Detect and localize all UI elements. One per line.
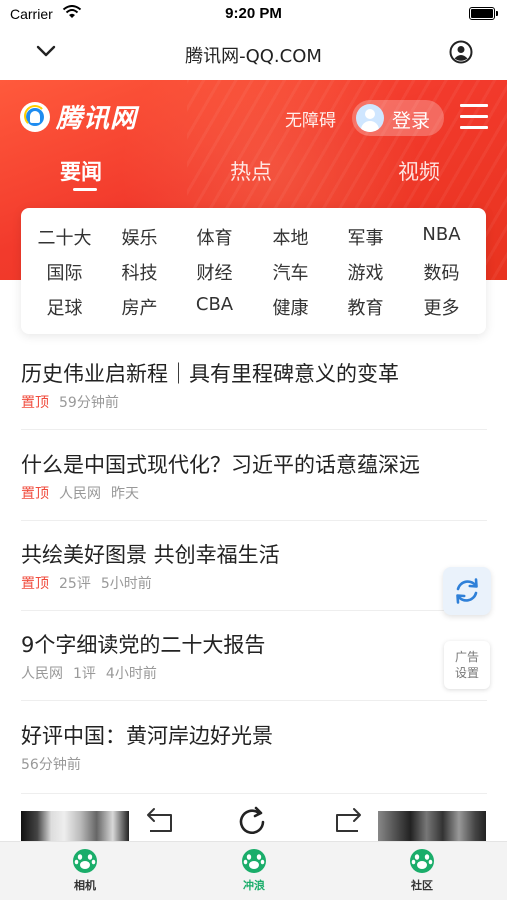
category-item[interactable]: 二十大 (27, 224, 102, 250)
tab-video[interactable]: 视频 (398, 156, 440, 186)
refresh-feed-button[interactable] (443, 567, 491, 615)
news-item[interactable]: 9个字细读党的二十大报告 人民网 1评 4小时前 (21, 629, 487, 701)
news-time: 4小时前 (105, 666, 157, 682)
login-button[interactable]: 登录 (352, 100, 444, 136)
qq-logo-icon (20, 101, 50, 132)
news-meta: 置顶 人民网 昨天 (21, 483, 149, 503)
bottom-tab-bar: 相机 冲浪 社区 (0, 841, 507, 900)
status-bar: Carrier 9:20 PM (0, 0, 507, 28)
news-comments: 25评 (59, 576, 91, 592)
category-item[interactable]: 军事 (328, 224, 403, 250)
category-item[interactable]: 游戏 (328, 259, 403, 285)
category-item[interactable]: CBA (177, 294, 252, 315)
tab-community[interactable]: 社区 (382, 848, 462, 893)
paw-icon (73, 849, 97, 873)
news-meta: 置顶 25评 5小时前 (21, 573, 162, 593)
pinned-badge: 置顶 (21, 486, 49, 502)
paw-icon (410, 849, 434, 873)
tab-news[interactable]: 要闻 (60, 156, 102, 186)
accessibility-link[interactable]: 无障碍 (285, 106, 336, 131)
news-time: 昨天 (111, 486, 139, 502)
pinned-badge: 置顶 (21, 576, 49, 592)
forward-icon[interactable] (332, 807, 364, 835)
avatar (356, 104, 384, 132)
news-comments: 1评 (73, 666, 96, 682)
battery-icon (469, 7, 498, 20)
tab-surf[interactable]: 冲浪 (214, 848, 294, 893)
category-item[interactable]: 汽车 (253, 259, 328, 285)
login-label: 登录 (392, 110, 431, 132)
news-title[interactable]: 什么是中国式现代化？习近平的话意蕴深远 (21, 449, 420, 479)
ad-settings-line2: 设置 (454, 666, 479, 680)
category-item[interactable]: 足球 (27, 294, 102, 320)
category-item[interactable]: 教育 (328, 294, 403, 320)
browser-nav-controls (128, 797, 378, 845)
tab-label: 冲浪 (243, 879, 265, 892)
logo-text: 腾讯网 (56, 104, 138, 134)
news-item[interactable]: 好评中国：黄河岸边好光景 56分钟前 (21, 720, 487, 794)
tab-label: 相机 (74, 879, 96, 892)
paw-icon (242, 849, 266, 873)
account-icon[interactable] (449, 40, 473, 64)
tab-camera[interactable]: 相机 (45, 848, 125, 893)
category-item[interactable]: 体育 (177, 224, 252, 250)
category-item[interactable]: 本地 (253, 224, 328, 250)
refresh-icon (456, 578, 478, 604)
news-source: 人民网 (59, 486, 101, 502)
back-icon[interactable] (144, 807, 176, 835)
header-tabs: 要闻 热点 视频 (0, 154, 507, 194)
category-panel: 二十大 娱乐 体育 本地 军事 NBA 国际 科技 财经 汽车 游戏 数码 足球… (21, 208, 486, 334)
news-time: 59分钟前 (59, 395, 119, 411)
page-url-title[interactable]: 腾讯网-QQ.COM (0, 42, 507, 68)
reload-icon[interactable] (236, 805, 270, 839)
category-item-more[interactable]: 更多 (404, 294, 479, 320)
active-tab-indicator (73, 188, 97, 191)
ad-settings-line1: 广告 (454, 650, 479, 664)
news-item[interactable]: 什么是中国式现代化？习近平的话意蕴深远 置顶 人民网 昨天 (21, 449, 487, 521)
hamburger-menu-icon[interactable] (460, 104, 488, 130)
news-meta: 56分钟前 (21, 754, 91, 774)
ad-settings-button[interactable]: 广告 设置 (444, 641, 490, 689)
category-item[interactable]: 数码 (404, 259, 479, 285)
news-title[interactable]: 历史伟业启新程｜具有里程碑意义的变革 (21, 358, 399, 388)
news-time: 56分钟前 (21, 757, 81, 773)
news-title[interactable]: 共绘美好图景 共创幸福生活 (21, 539, 280, 569)
category-item[interactable]: 财经 (177, 259, 252, 285)
news-meta: 置顶 59分钟前 (21, 392, 129, 412)
news-title[interactable]: 9个字细读党的二十大报告 (21, 629, 265, 659)
category-item[interactable]: 房产 (102, 294, 177, 320)
news-thumbnail[interactable] (21, 811, 129, 841)
news-meta: 人民网 1评 4小时前 (21, 663, 167, 683)
news-title[interactable]: 好评中国：黄河岸边好光景 (21, 720, 273, 750)
tab-hot[interactable]: 热点 (230, 156, 272, 186)
clock: 9:20 PM (225, 5, 282, 22)
news-thumbnail[interactable] (378, 811, 486, 841)
category-item[interactable]: 国际 (27, 259, 102, 285)
news-item[interactable]: 共绘美好图景 共创幸福生活 置顶 25评 5小时前 (21, 539, 487, 611)
category-item[interactable]: 健康 (253, 294, 328, 320)
category-item[interactable]: NBA (404, 224, 479, 245)
tab-label: 社区 (411, 879, 433, 892)
category-item[interactable]: 科技 (102, 259, 177, 285)
category-item[interactable]: 娱乐 (102, 224, 177, 250)
news-source: 人民网 (21, 666, 63, 682)
news-time: 5小时前 (100, 576, 152, 592)
site-logo[interactable]: 腾讯网 (20, 98, 137, 135)
news-item[interactable]: 历史伟业启新程｜具有里程碑意义的变革 置顶 59分钟前 (21, 358, 487, 430)
pinned-badge: 置顶 (21, 395, 49, 411)
browser-bar: 腾讯网-QQ.COM (0, 28, 507, 80)
